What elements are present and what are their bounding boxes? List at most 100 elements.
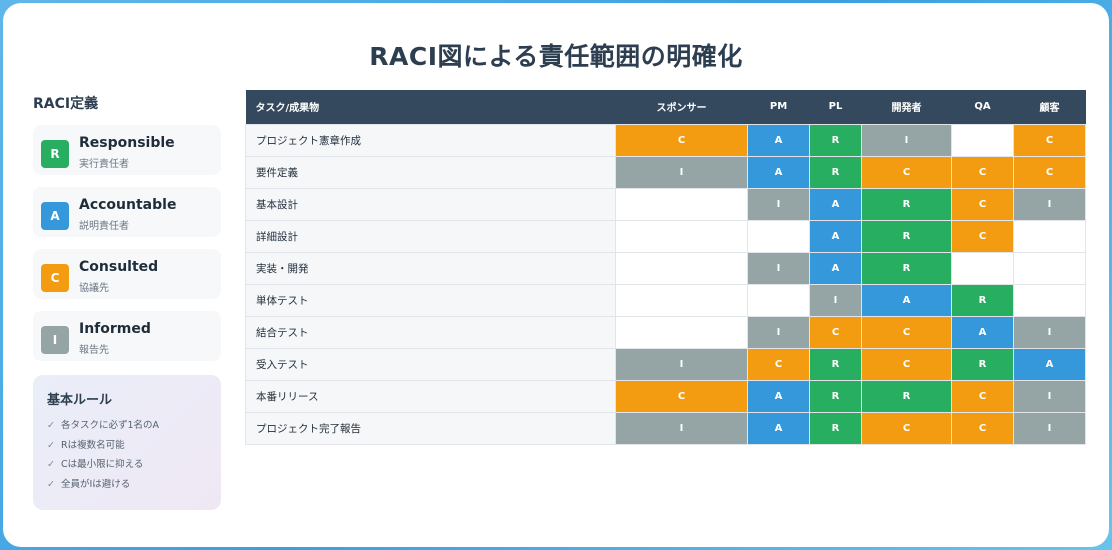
task-cell: プロジェクト完了報告 [245, 411, 616, 445]
raci-cell: I [861, 123, 952, 157]
table-body: プロジェクト憲章作成 C A R I C 要件定義 I A R C C C 基本設計 I A R C I 詳細設計 A R… [245, 123, 1086, 445]
raci-cell [1013, 219, 1086, 253]
check-icon: ✓ [47, 420, 55, 431]
raci-cell: A [747, 379, 810, 413]
raci-cell: C [747, 347, 810, 381]
check-icon: ✓ [47, 439, 55, 451]
legend-heading: RACI定義 [33, 96, 99, 112]
raci-cell: A [747, 155, 810, 189]
column-header: QA [951, 90, 1014, 124]
raci-cell: I [747, 251, 810, 285]
table-row: 本番リリース C A R R C I [245, 379, 1086, 413]
raci-cell: C [1013, 155, 1086, 189]
table-row: 結合テスト I C C A I [245, 315, 1086, 349]
task-cell: 要件定義 [245, 155, 616, 189]
raci-cell: R [861, 251, 952, 285]
task-cell: 単体テスト [245, 283, 616, 317]
check-icon: ✓ [47, 478, 55, 490]
raci-cell: I [1013, 411, 1086, 445]
legend-name: Consulted [79, 259, 159, 275]
raci-cell: R [809, 123, 862, 157]
raci-cell: R [809, 411, 862, 445]
raci-cell: C [615, 379, 748, 413]
column-header: 開発者 [861, 90, 952, 124]
raci-cell [951, 123, 1014, 157]
legend-desc: 報告先 [79, 345, 109, 356]
raci-cell: R [861, 379, 952, 413]
raci-cell [615, 251, 748, 285]
task-cell: 結合テスト [245, 315, 616, 349]
raci-cell: R [809, 347, 862, 381]
column-header: タスク/成果物 [245, 90, 616, 124]
raci-cell [951, 251, 1014, 285]
task-cell: プロジェクト憲章作成 [245, 123, 616, 157]
rule-item: ✓ 全員がIは避ける [47, 475, 207, 495]
raci-cell [747, 283, 810, 317]
table-row: 詳細設計 A R C [245, 219, 1086, 253]
page-title: RACI図による責任範囲の明確化 [369, 42, 743, 71]
legend-item-consulted: C Consulted 協議先 [33, 249, 221, 299]
raci-cell: A [747, 123, 810, 157]
raci-card: RACI図による責任範囲の明確化 RACI定義 R Responsible 実行責任… [3, 3, 1109, 547]
legend-item-responsible: R Responsible 実行責任者 [33, 125, 221, 175]
raci-cell: A [747, 411, 810, 445]
raci-cell: C [861, 411, 952, 445]
rule-text: Cは最小限に抑える [61, 459, 144, 470]
raci-cell: R [861, 219, 952, 253]
raci-cell: I [1013, 315, 1086, 349]
legend-name: Accountable [79, 197, 177, 213]
raci-cell: I [615, 347, 748, 381]
raci-cell: A [1013, 347, 1086, 381]
raci-cell: I [615, 411, 748, 445]
rules-list: ✓ 各タスクに必ず1名のA ✓ Rは複数名可能 ✓ Cは最小限に抑える ✓ 全員がIは避ける [47, 416, 207, 494]
rule-text: Rは複数名可能 [61, 439, 125, 451]
raci-cell: C [861, 315, 952, 349]
rule-item: ✓ 各タスクに必ず1名のA [47, 416, 207, 436]
legend-desc: 説明責任者 [79, 221, 129, 232]
raci-cell: I [1013, 187, 1086, 221]
raci-cell: C [951, 155, 1014, 189]
legend-desc: 実行責任者 [79, 159, 129, 170]
rule-item: ✓ Rは複数名可能 [47, 436, 207, 456]
task-cell: 受入テスト [245, 347, 616, 381]
legend-item-accountable: A Accountable 説明責任者 [33, 187, 221, 237]
legend-badge-c: C [41, 264, 69, 292]
raci-cell: I [747, 315, 810, 349]
raci-cell [1013, 283, 1086, 317]
legend-name: Informed [79, 321, 151, 337]
raci-cell [747, 219, 810, 253]
raci-cell: R [861, 187, 952, 221]
raci-cell: C [809, 315, 862, 349]
column-header: 顧客 [1013, 90, 1086, 124]
rule-item: ✓ Cは最小限に抑える [47, 455, 207, 475]
table-row: プロジェクト完了報告 I A R C C I [245, 411, 1086, 445]
raci-cell: C [861, 155, 952, 189]
table-row: 要件定義 I A R C C C [245, 155, 1086, 189]
legend-item-informed: I Informed 報告先 [33, 311, 221, 361]
column-header: スポンサー [615, 90, 748, 124]
raci-cell [615, 283, 748, 317]
raci-cell: I [1013, 379, 1086, 413]
raci-cell: A [809, 251, 862, 285]
table-row: 受入テスト I C R C R A [245, 347, 1086, 381]
task-cell: 実装・開発 [245, 251, 616, 285]
legend-name: Responsible [79, 135, 175, 151]
raci-cell: C [1013, 123, 1086, 157]
raci-cell: I [747, 187, 810, 221]
rules-title: 基本ルール [47, 393, 113, 408]
column-header: PM [747, 90, 810, 124]
rule-text: 各タスクに必ず1名のA [61, 420, 160, 431]
raci-cell [615, 315, 748, 349]
task-cell: 基本設計 [245, 187, 616, 221]
rules-panel: 基本ルール ✓ 各タスクに必ず1名のA ✓ Rは複数名可能 ✓ Cは最小限に抑える ✓ 全員が… [33, 375, 221, 510]
raci-cell: I [809, 283, 862, 317]
raci-table: タスク/成果物 スポンサー PM PL 開発者 QA 顧客 プロジェクト憲章作成 C A R I C 要… [245, 90, 1086, 445]
raci-cell [615, 219, 748, 253]
raci-cell: A [861, 283, 952, 317]
task-cell: 詳細設計 [245, 219, 616, 253]
raci-cell: C [951, 379, 1014, 413]
raci-cell: A [809, 219, 862, 253]
table-header-row: タスク/成果物 スポンサー PM PL 開発者 QA 顧客 [245, 90, 1086, 124]
table-row: プロジェクト憲章作成 C A R I C [245, 123, 1086, 157]
raci-cell: C [615, 123, 748, 157]
